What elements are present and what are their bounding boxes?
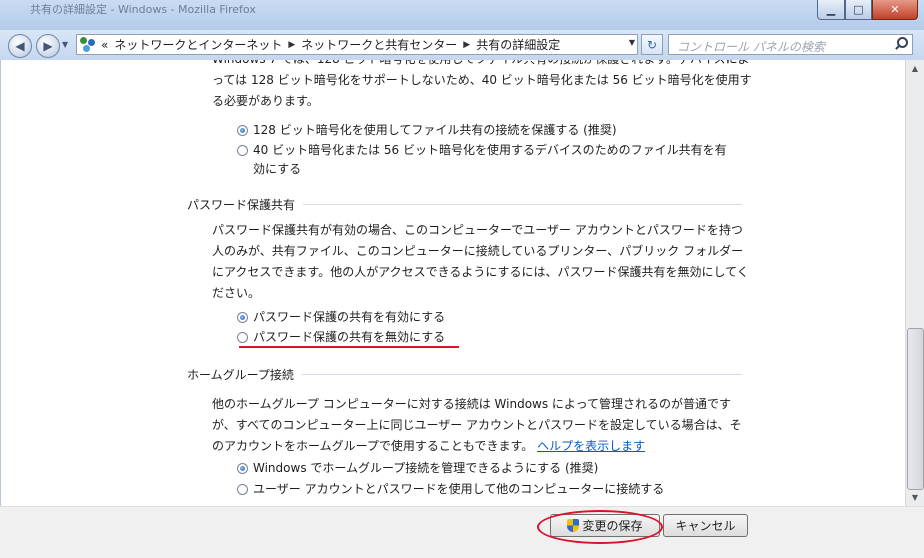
section-divider	[303, 204, 742, 205]
refresh-icon: ↻	[646, 37, 658, 52]
save-changes-button[interactable]: 変更の保存	[550, 514, 660, 537]
radio-button[interactable]	[237, 145, 248, 156]
footer-bar: 変更の保存 キャンセル	[0, 506, 924, 558]
settings-content: Windows 7 では、128 ビット暗号化を使用してファイル共有の接続が保護…	[0, 60, 905, 506]
section-title: パスワード保護共有	[187, 198, 296, 212]
search-box[interactable]: コントロール パネルの検索	[668, 34, 913, 55]
radio-button[interactable]	[237, 332, 248, 343]
radio-label[interactable]: Windows でホームグループ接続を管理できるようにする (推奨)	[253, 459, 598, 478]
radio-homegroup-windows[interactable]: Windows でホームグループ接続を管理できるようにする (推奨)	[237, 459, 598, 478]
radio-button[interactable]	[237, 312, 248, 323]
address-bar[interactable]: « ネットワークとインターネット ▶ ネットワークと共有センター ▶ 共有の詳細…	[76, 34, 638, 55]
navigation-bar: ◀ ▶ ▼ « ネットワークとインターネット ▶ ネットワークと共有センター ▶…	[0, 30, 924, 60]
maximize-icon: □	[853, 3, 864, 16]
minimize-button[interactable]: ▁	[817, 0, 845, 20]
search-icon[interactable]	[894, 37, 908, 50]
save-label[interactable]: 変更の保存	[582, 517, 642, 534]
window-controls: ▁ □ ✕	[817, 0, 918, 20]
window-title: 共有の詳細設定 - Windows - Mozilla Firefox	[30, 3, 256, 16]
minimize-icon: ▁	[826, 3, 836, 16]
refresh-button[interactable]: ↻	[641, 34, 663, 55]
encryption-description: Windows 7 では、128 ビット暗号化を使用してファイル共有の接続が保護…	[212, 60, 752, 108]
radio-button[interactable]	[237, 463, 248, 474]
forward-button[interactable]: ▶	[36, 34, 60, 58]
breadcrumb-separator-icon[interactable]: ▶	[463, 40, 470, 50]
arrow-right-icon: ▶	[43, 39, 53, 53]
search-placeholder[interactable]: コントロール パネルの検索	[677, 38, 825, 55]
breadcrumb-advanced-sharing[interactable]: 共有の詳細設定	[476, 36, 560, 53]
radio-password-disable[interactable]: パスワード保護の共有を無効にする	[237, 328, 445, 347]
maximize-button[interactable]: □	[845, 0, 872, 20]
address-prefix[interactable]: «	[101, 38, 108, 52]
radio-label[interactable]: 40 ビット暗号化または 56 ビット暗号化を使用するデバイスのためのファイル共…	[253, 141, 731, 179]
annotation-underline	[239, 346, 459, 348]
radio-button[interactable]	[237, 125, 248, 136]
radio-label[interactable]: パスワード保護の共有を有効にする	[253, 308, 445, 327]
scroll-thumb[interactable]	[907, 328, 924, 490]
radio-password-enable[interactable]: パスワード保護の共有を有効にする	[237, 308, 445, 327]
password-sharing-description: パスワード保護共有が有効の場合、このコンピューターでユーザー アカウントとパスワ…	[212, 223, 749, 300]
title-bar: 共有の詳細設定 - Windows - Mozilla Firefox ▁ □ …	[0, 0, 924, 30]
cancel-label[interactable]: キャンセル	[675, 517, 735, 534]
homegroup-heading: ホームグループ接続	[187, 366, 742, 383]
scroll-up-icon[interactable]: ▲	[906, 60, 924, 77]
password-sharing-heading: パスワード保護共有	[187, 196, 742, 213]
homegroup-description-text: 他のホームグループ コンピューターに対する接続は Windows によって管理さ…	[212, 397, 742, 453]
cancel-button[interactable]: キャンセル	[663, 514, 748, 537]
recent-pages-dropdown[interactable]: ▼	[62, 40, 68, 49]
radio-encryption-40-56[interactable]: 40 ビット暗号化または 56 ビット暗号化を使用するデバイスのためのファイル共…	[237, 141, 732, 179]
arrow-left-icon: ◀	[15, 39, 25, 53]
help-link[interactable]: ヘルプを表示します	[537, 439, 645, 453]
network-icon	[80, 36, 96, 53]
breadcrumb-separator-icon[interactable]: ▶	[288, 40, 295, 50]
address-dropdown-icon[interactable]: ▼	[629, 38, 635, 47]
breadcrumb-network-internet[interactable]: ネットワークとインターネット	[114, 36, 282, 53]
section-title: ホームグループ接続	[187, 368, 294, 382]
breadcrumb-network-sharing-center[interactable]: ネットワークと共有センター	[301, 36, 457, 53]
section-divider	[301, 374, 742, 375]
scroll-down-icon[interactable]: ▼	[906, 489, 924, 506]
radio-button[interactable]	[237, 484, 248, 495]
radio-label[interactable]: パスワード保護の共有を無効にする	[253, 328, 445, 347]
vertical-scrollbar[interactable]: ▲ ▼	[905, 60, 924, 506]
close-button[interactable]: ✕	[872, 0, 918, 20]
radio-label[interactable]: 128 ビット暗号化を使用してファイル共有の接続を保護する (推奨)	[253, 121, 617, 140]
homegroup-description: 他のホームグループ コンピューターに対する接続は Windows によって管理さ…	[212, 394, 752, 457]
close-icon: ✕	[890, 3, 900, 16]
radio-encryption-128[interactable]: 128 ビット暗号化を使用してファイル共有の接続を保護する (推奨)	[237, 121, 617, 140]
back-button[interactable]: ◀	[8, 34, 32, 58]
radio-label[interactable]: ユーザー アカウントとパスワードを使用して他のコンピューターに接続する	[253, 480, 664, 499]
radio-homegroup-user-account[interactable]: ユーザー アカウントとパスワードを使用して他のコンピューターに接続する	[237, 480, 664, 499]
uac-shield-icon	[567, 519, 580, 532]
